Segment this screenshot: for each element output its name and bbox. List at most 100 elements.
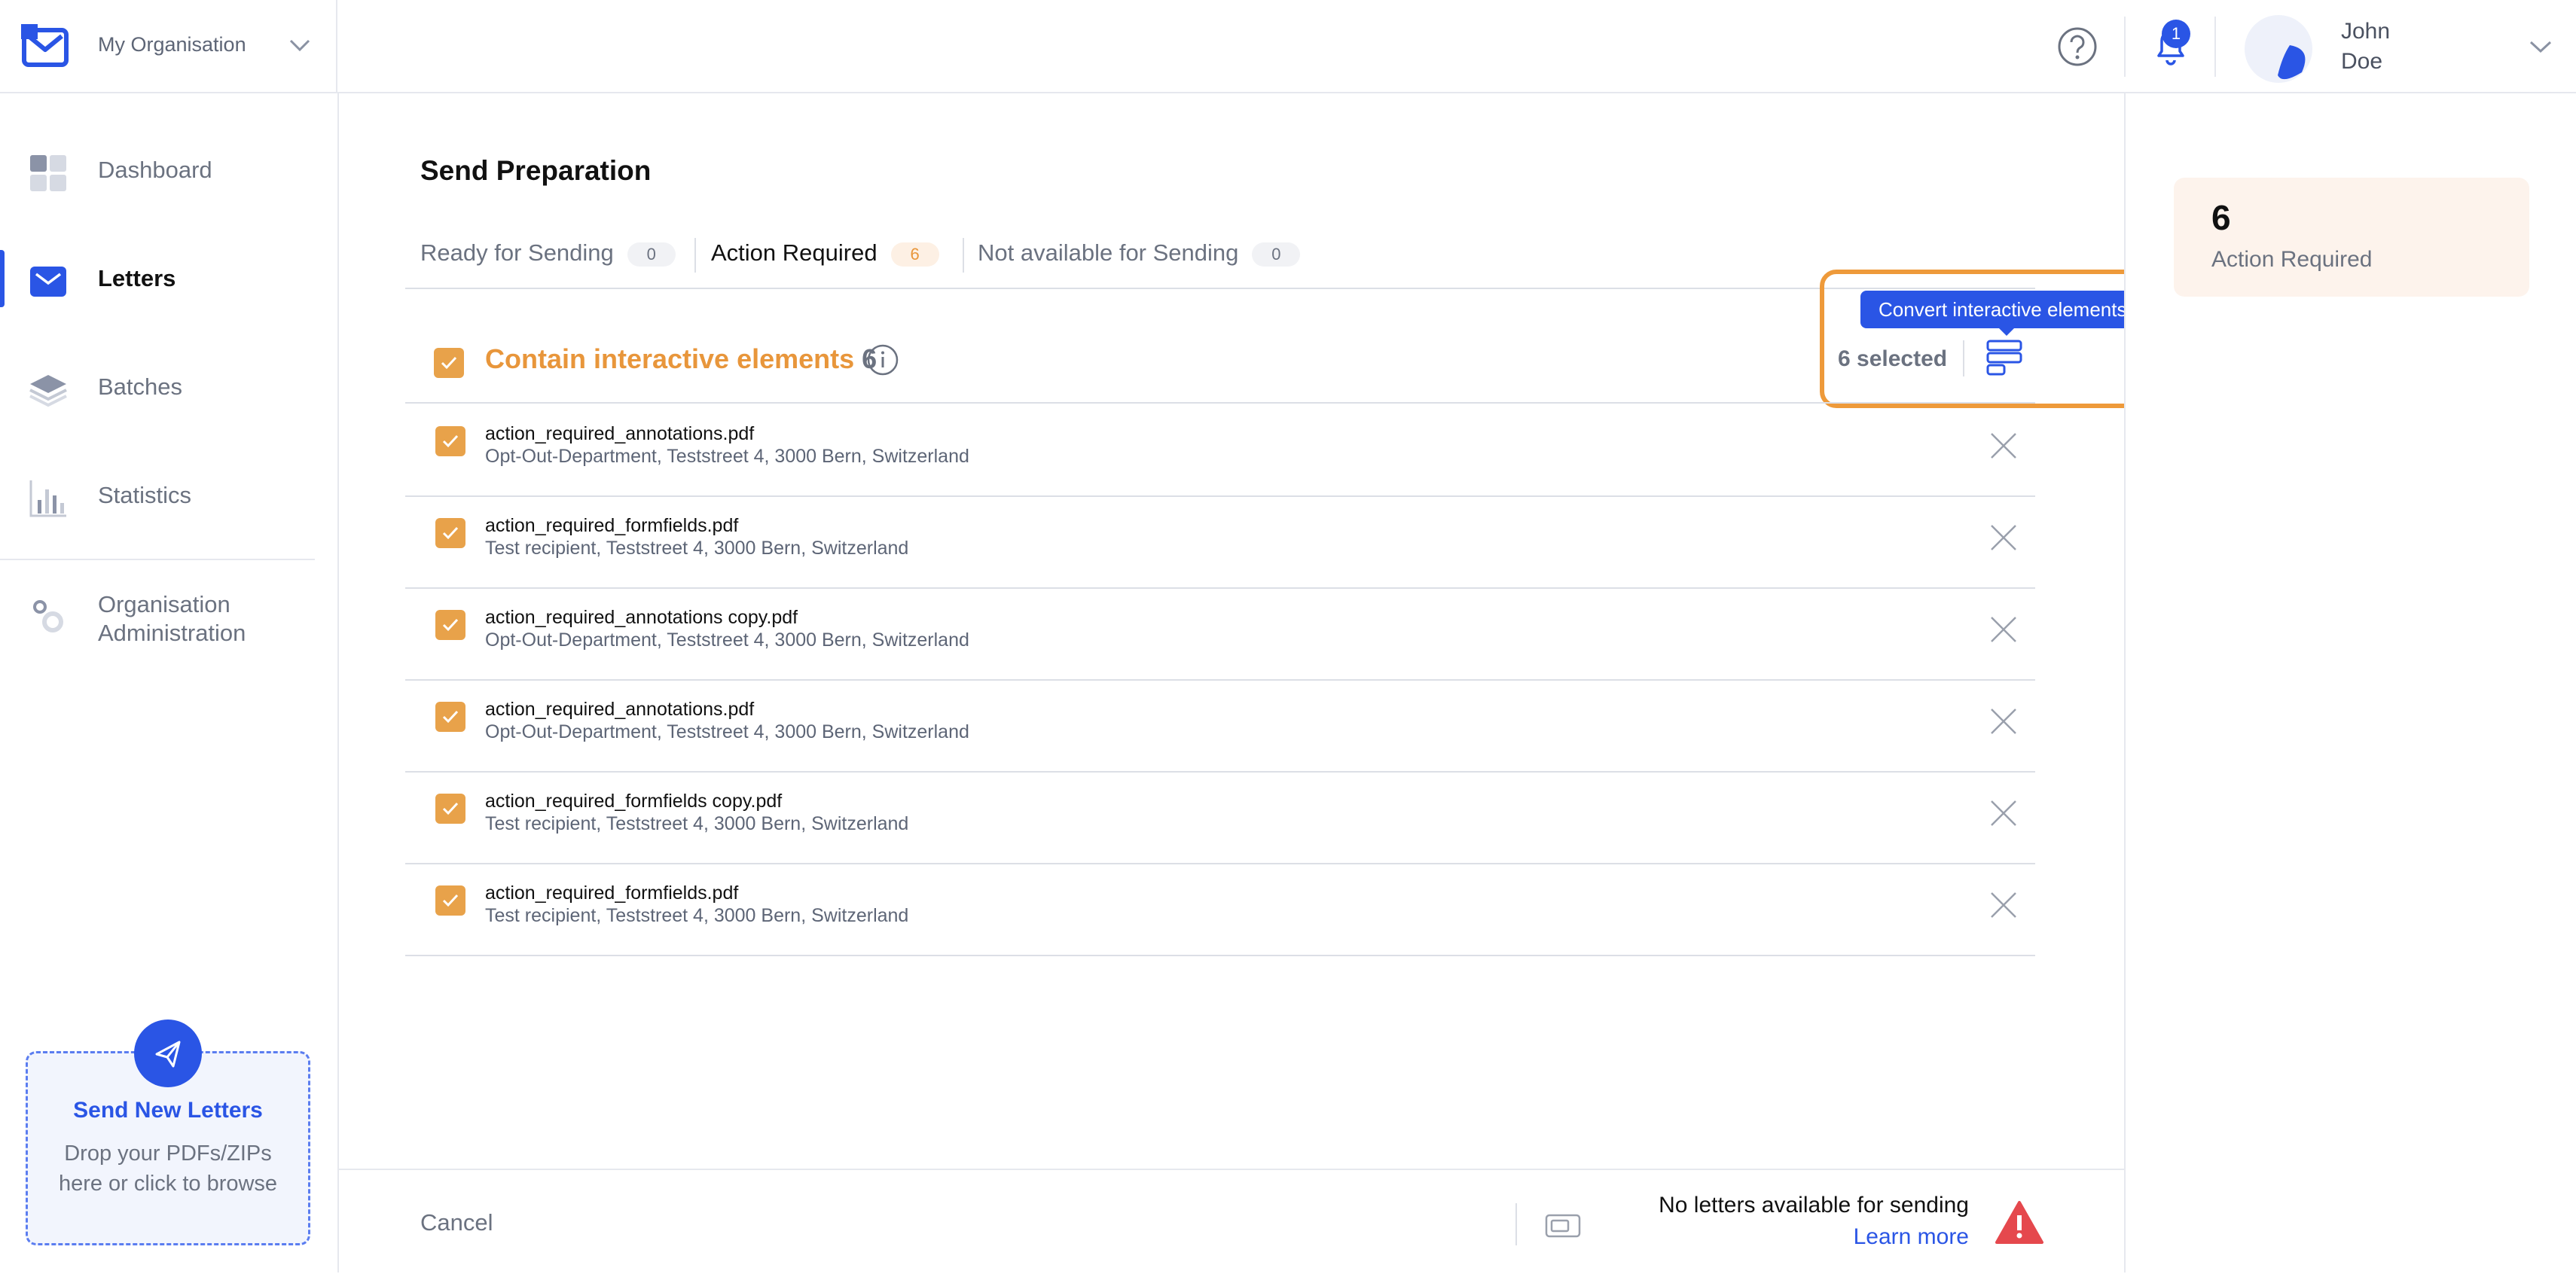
- sidebar-item-letters[interactable]: Letters: [0, 242, 337, 318]
- table-row[interactable]: action_required_annotations.pdf Opt-Out-…: [405, 404, 2035, 497]
- tab-label: Ready for Sending: [420, 239, 614, 266]
- divider: [2124, 17, 2126, 77]
- sidebar-item-dashboard[interactable]: Dashboard: [0, 134, 337, 209]
- close-icon[interactable]: [1988, 431, 2019, 461]
- drop-zone-subtitle-line: Drop your PDFs/ZIPs: [64, 1141, 272, 1166]
- sidebar: Dashboard Letters Batches Statistics Org…: [0, 93, 339, 1272]
- user-last-name: Doe: [2341, 49, 2383, 74]
- recipient: Test recipient, Teststreet 4, 3000 Bern,…: [485, 813, 909, 834]
- summary-label: Action Required: [2211, 247, 2373, 272]
- highlight-box: [1820, 270, 2172, 408]
- table-row[interactable]: action_required_annotations.pdf Opt-Out-…: [405, 679, 2035, 773]
- table-row[interactable]: action_required_annotations copy.pdf Opt…: [405, 587, 2035, 681]
- paper-plane-icon: [155, 1041, 181, 1068]
- tab-divider: [963, 238, 964, 273]
- check-icon: [442, 434, 459, 448]
- avatar[interactable]: [2245, 15, 2312, 83]
- cancel-button[interactable]: Cancel: [420, 1209, 493, 1236]
- file-name: action_required_annotations copy.pdf: [485, 607, 798, 628]
- group-select-all-checkbox[interactable]: [434, 348, 464, 378]
- check-icon: [442, 526, 459, 540]
- close-icon[interactable]: [1988, 890, 2019, 920]
- sidebar-item-label: Batches: [98, 373, 183, 400]
- check-icon: [442, 710, 459, 724]
- close-icon[interactable]: [1988, 614, 2019, 645]
- summary-count: 6: [2211, 198, 2231, 237]
- row-checkbox[interactable]: [435, 885, 465, 916]
- sidebar-item-batches[interactable]: Batches: [0, 351, 337, 426]
- file-name: action_required_formfields.pdf: [485, 882, 739, 904]
- sidebar-item-statistics[interactable]: Statistics: [0, 459, 337, 535]
- tab-divider: [694, 238, 696, 273]
- check-icon: [442, 802, 459, 815]
- row-checkbox[interactable]: [435, 702, 465, 732]
- user-name[interactable]: John Doe: [2341, 17, 2462, 77]
- recipient: Test recipient, Teststreet 4, 3000 Bern,…: [485, 538, 909, 559]
- check-icon: [442, 894, 459, 907]
- envelope-icon: [30, 267, 66, 297]
- org-switcher[interactable]: My Organisation: [0, 0, 337, 93]
- check-icon: [441, 356, 457, 370]
- warning-icon: [1995, 1201, 2043, 1244]
- tab-count: 0: [1252, 242, 1301, 267]
- user-first-name: John: [2341, 19, 2391, 44]
- status-text: No letters available for sending: [1659, 1193, 1969, 1218]
- recipient: Opt-Out-Department, Teststreet 4, 3000 B…: [485, 629, 969, 651]
- logo-mail-icon: [21, 24, 69, 67]
- divider: [2214, 17, 2216, 77]
- bar-chart-icon: [29, 480, 66, 517]
- tab-label: Not available for Sending: [978, 239, 1239, 266]
- group-title-text: Contain interactive elements: [485, 343, 855, 374]
- file-name: action_required_annotations.pdf: [485, 699, 755, 720]
- gear-icon: [33, 600, 63, 632]
- close-icon[interactable]: [1988, 798, 2019, 828]
- summary-card: 6 Action Required: [2174, 178, 2529, 297]
- table-row[interactable]: action_required_formfields copy.pdf Test…: [405, 771, 2035, 864]
- row-checkbox[interactable]: [435, 426, 465, 456]
- tabs-underline: [405, 288, 2035, 289]
- sidebar-item-label: Statistics: [98, 482, 192, 508]
- org-name: My Organisation: [98, 33, 246, 56]
- tab-not-available-for-sending[interactable]: Not available for Sending 0: [978, 239, 1301, 267]
- dashboard-icon: [30, 155, 66, 191]
- sidebar-divider: [0, 559, 315, 560]
- chevron-down-icon: [289, 39, 310, 52]
- info-icon[interactable]: [866, 343, 899, 376]
- recipient: Test recipient, Teststreet 4, 3000 Bern,…: [485, 905, 909, 926]
- sidebar-item-label: Letters: [98, 265, 176, 291]
- send-button[interactable]: [134, 1020, 202, 1087]
- footer-bar: Cancel No letters available for sending …: [339, 1169, 2126, 1274]
- notification-badge: 1: [2162, 20, 2190, 48]
- page-title: Send Preparation: [420, 155, 652, 186]
- learn-more-link[interactable]: Learn more: [1092, 1224, 1969, 1250]
- close-icon[interactable]: [1988, 706, 2019, 736]
- drop-zone-subtitle: Drop your PDFs/ZIPs here or click to bro…: [26, 1138, 310, 1199]
- check-icon: [442, 618, 459, 632]
- top-bar: My Organisation 1 John Doe: [0, 0, 2576, 93]
- file-name: action_required_annotations.pdf: [485, 423, 755, 444]
- drop-zone-title: Send New Letters: [73, 1098, 263, 1123]
- close-icon[interactable]: [1988, 523, 2019, 553]
- row-checkbox[interactable]: [435, 794, 465, 824]
- group-title: Contain interactive elements 6: [485, 343, 877, 375]
- layers-icon: [29, 375, 67, 407]
- tab-ready-for-sending[interactable]: Ready for Sending 0: [420, 239, 676, 267]
- chevron-down-icon[interactable]: [2528, 39, 2553, 54]
- active-indicator: [0, 250, 5, 307]
- sidebar-item-label: Organisation Administration: [98, 591, 246, 646]
- drop-zone-subtitle-line: here or click to browse: [58, 1172, 278, 1196]
- tab-count: 0: [627, 242, 676, 267]
- tab-action-required[interactable]: Action Required 6: [711, 239, 939, 267]
- recipient: Opt-Out-Department, Teststreet 4, 3000 B…: [485, 446, 969, 467]
- tab-count: 6: [890, 242, 939, 267]
- sidebar-item-label: Dashboard: [98, 157, 212, 183]
- row-checkbox[interactable]: [435, 518, 465, 548]
- file-name: action_required_formfields.pdf: [485, 515, 739, 536]
- file-name: action_required_formfields copy.pdf: [485, 791, 783, 812]
- table-row[interactable]: action_required_formfields.pdf Test reci…: [405, 863, 2035, 956]
- help-icon[interactable]: [2056, 26, 2098, 68]
- recipient: Opt-Out-Department, Teststreet 4, 3000 B…: [485, 721, 969, 742]
- tab-label: Action Required: [711, 239, 877, 266]
- table-row[interactable]: action_required_formfields.pdf Test reci…: [405, 495, 2035, 589]
- row-checkbox[interactable]: [435, 610, 465, 640]
